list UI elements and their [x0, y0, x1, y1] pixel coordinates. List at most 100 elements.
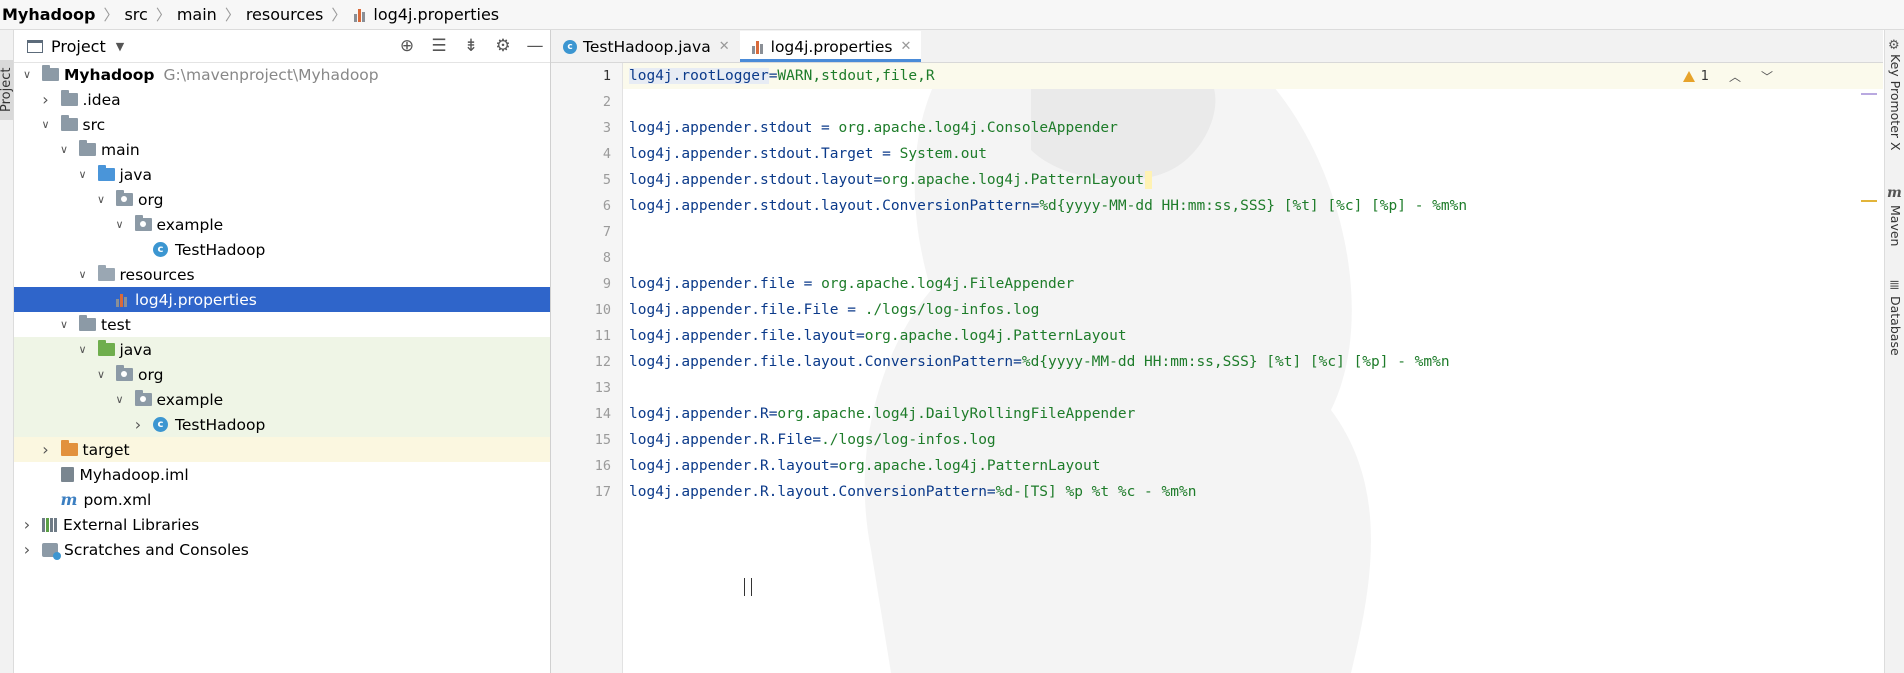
- tree-item-label[interactable]: test: [101, 316, 131, 334]
- line-number-gutter[interactable]: 1 2 3 4 5 6 7 8 9 10 11 12 13 14 15 16 17: [551, 63, 623, 673]
- code-line[interactable]: log4j.appender.R=org.apache.log4j.DailyR…: [629, 401, 1135, 427]
- tree-item[interactable]: › Scratches and Consoles: [14, 537, 550, 562]
- scrollbar-marker[interactable]: [1861, 93, 1877, 95]
- close-icon[interactable]: ✕: [719, 39, 730, 54]
- tree-item[interactable]: ∨ org: [14, 187, 550, 212]
- breadcrumb-item[interactable]: 〉 src: [95, 4, 147, 25]
- code-line[interactable]: log4j.appender.file.File = ./logs/log-in…: [629, 297, 1039, 323]
- tab-log4j-properties[interactable]: log4j.properties ✕: [739, 31, 922, 62]
- chevron-down-icon[interactable]: ∨: [76, 343, 90, 356]
- tree-item-label[interactable]: main: [101, 141, 140, 159]
- tree-item-label[interactable]: org: [138, 366, 163, 384]
- tree-item-label[interactable]: TestHadoop: [175, 241, 265, 259]
- project-view-title[interactable]: Project: [51, 37, 106, 56]
- breadcrumb-label[interactable]: resources: [246, 5, 324, 24]
- tree-item-label[interactable]: log4j.properties: [135, 291, 257, 309]
- key-promoter-icon[interactable]: ⚙: [1888, 38, 1900, 53]
- chevron-down-icon[interactable]: ∨: [76, 268, 90, 281]
- tree-item[interactable]: ∨ src: [14, 112, 550, 137]
- breadcrumb-item[interactable]: 〉 log4j.properties: [323, 4, 499, 25]
- tree-item-label[interactable]: org: [138, 191, 163, 209]
- maven-icon[interactable]: m: [1887, 185, 1902, 201]
- tree-item-label[interactable]: pom.xml: [83, 491, 151, 509]
- tree-item-label[interactable]: java: [120, 341, 152, 359]
- collapse-all-icon[interactable]: ⇟: [462, 36, 480, 56]
- tree-item[interactable]: ∨ example: [14, 212, 550, 237]
- chevron-down-icon[interactable]: ﹀: [1761, 68, 1773, 85]
- database-icon[interactable]: ≣: [1889, 278, 1900, 293]
- close-icon[interactable]: ✕: [900, 39, 911, 54]
- tree-item[interactable]: ›cTestHadoop: [14, 412, 550, 437]
- gear-icon[interactable]: ⚙: [494, 36, 512, 56]
- code-line[interactable]: log4j.appender.file.layout=org.apache.lo…: [629, 323, 1127, 349]
- tree-item[interactable]: ›mpom.xml: [14, 487, 550, 512]
- tree-item[interactable]: ∨ example: [14, 387, 550, 412]
- tab-label[interactable]: log4j.properties: [771, 38, 893, 56]
- breadcrumb-label[interactable]: log4j.properties: [373, 5, 499, 24]
- tree-item[interactable]: ∨ java: [14, 162, 550, 187]
- code-line[interactable]: log4j.appender.R.File=./logs/log-infos.l…: [629, 427, 996, 453]
- tree-item-label[interactable]: resources: [120, 266, 195, 284]
- tree-item[interactable]: ∨ Myhadoop G:\mavenproject\Myhadoop: [14, 62, 550, 87]
- key-promoter-x-tab[interactable]: Key Promoter X: [1888, 54, 1903, 151]
- chevron-right-icon[interactable]: ›: [39, 440, 53, 459]
- maven-tab[interactable]: Maven: [1888, 205, 1903, 246]
- tree-item[interactable]: ›Myhadoop.iml: [14, 462, 550, 487]
- chevron-up-icon[interactable]: ︿: [1729, 68, 1741, 85]
- chevron-down-icon[interactable]: ∨: [39, 118, 53, 131]
- code-line[interactable]: log4j.appender.stdout = org.apache.log4j…: [629, 115, 1118, 141]
- code-line[interactable]: log4j.rootLogger=WARN,stdout,file,R: [629, 63, 935, 89]
- tree-item[interactable]: › .idea: [14, 87, 550, 112]
- chevron-down-icon[interactable]: ∨: [113, 218, 127, 231]
- tree-item[interactable]: ∨ resources: [14, 262, 550, 287]
- tree-item[interactable]: › External Libraries: [14, 512, 550, 537]
- tree-item[interactable]: ∨ main: [14, 137, 550, 162]
- tree-item-label[interactable]: Myhadoop.iml: [80, 466, 189, 484]
- tab-testhadoop-java[interactable]: c TestHadoop.java ✕: [551, 31, 740, 62]
- code-line[interactable]: log4j.appender.stdout.layout.ConversionP…: [629, 193, 1467, 219]
- chevron-down-icon[interactable]: ∨: [20, 68, 34, 81]
- breadcrumb-label[interactable]: src: [124, 5, 147, 24]
- tree-item[interactable]: ›cTestHadoop: [14, 237, 550, 262]
- tree-item-label[interactable]: target: [83, 441, 130, 459]
- chevron-right-icon[interactable]: ›: [39, 90, 53, 109]
- tree-item-label[interactable]: java: [120, 166, 152, 184]
- expand-all-icon[interactable]: ☰: [430, 36, 448, 56]
- tree-item[interactable]: ∨ test: [14, 312, 550, 337]
- project-stripe-label[interactable]: Project: [0, 52, 14, 112]
- breadcrumb-label[interactable]: Myhadoop: [2, 5, 95, 24]
- breadcrumb-item[interactable]: 〉 main: [148, 4, 217, 25]
- chevron-down-icon[interactable]: ∨: [57, 143, 71, 156]
- tree-item-label[interactable]: example: [157, 216, 224, 234]
- chevron-down-icon[interactable]: ∨: [94, 193, 108, 206]
- scrollbar-marker[interactable]: [1861, 200, 1877, 202]
- inspection-widget[interactable]: 1 ︿ ﹀: [1682, 68, 1773, 85]
- tab-label[interactable]: TestHadoop.java: [583, 38, 711, 56]
- tree-item-label[interactable]: External Libraries: [63, 516, 199, 534]
- code-line[interactable]: log4j.appender.file.layout.ConversionPat…: [629, 349, 1450, 375]
- tree-item-label[interactable]: Myhadoop: [64, 66, 155, 84]
- locate-icon[interactable]: ⊕: [398, 36, 416, 56]
- database-tab[interactable]: Database: [1888, 296, 1903, 356]
- chevron-right-icon[interactable]: ›: [131, 415, 145, 434]
- tree-item-label[interactable]: .idea: [83, 91, 121, 109]
- chevron-down-icon[interactable]: ∨: [76, 168, 90, 181]
- tree-item-label[interactable]: src: [83, 116, 106, 134]
- chevron-down-icon[interactable]: ▼: [116, 40, 124, 53]
- tree-item[interactable]: ›log4j.properties: [14, 287, 550, 312]
- tree-item[interactable]: ∨ java: [14, 337, 550, 362]
- chevron-down-icon[interactable]: ∨: [113, 393, 127, 406]
- chevron-right-icon[interactable]: ›: [20, 540, 34, 559]
- tree-item-label[interactable]: TestHadoop: [175, 416, 265, 434]
- code-line[interactable]: log4j.appender.R.layout.ConversionPatter…: [629, 479, 1196, 505]
- chevron-right-icon[interactable]: ›: [20, 515, 34, 534]
- tree-item[interactable]: › target: [14, 437, 550, 462]
- code-line[interactable]: log4j.appender.stdout.Target = System.ou…: [629, 141, 987, 167]
- tree-item-label[interactable]: Scratches and Consoles: [64, 541, 249, 559]
- minimize-icon[interactable]: —: [526, 36, 544, 56]
- chevron-down-icon[interactable]: ∨: [57, 318, 71, 331]
- code-line[interactable]: log4j.appender.file = org.apache.log4j.F…: [629, 271, 1074, 297]
- tree-item-label[interactable]: example: [157, 391, 224, 409]
- code-line[interactable]: log4j.appender.stdout.layout=org.apache.…: [629, 167, 1153, 193]
- breadcrumb-item[interactable]: 〉 resources: [217, 4, 324, 25]
